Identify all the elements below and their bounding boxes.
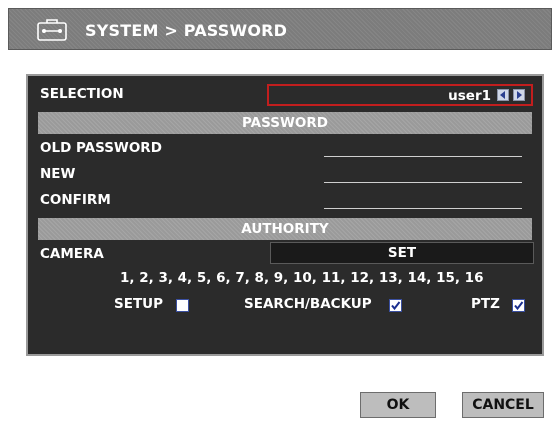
user-value: user1: [448, 88, 491, 104]
toolbox-icon: [37, 19, 67, 41]
checkmark-icon: [514, 301, 524, 311]
camera-list: 1, 2, 3, 4, 5, 6, 7, 8, 9, 10, 11, 12, 1…: [120, 270, 484, 286]
ptz-checkbox[interactable]: [512, 299, 525, 312]
search-backup-checkbox[interactable]: [389, 299, 402, 312]
new-password-label: NEW: [40, 166, 76, 182]
camera-set-button[interactable]: SET: [270, 242, 534, 264]
arrow-right-icon[interactable]: [513, 89, 525, 101]
title-bar: SYSTEM > PASSWORD: [8, 8, 552, 50]
new-password-field[interactable]: [324, 182, 522, 183]
password-panel: SELECTION user1 PASSWORD OLD PASSWORD NE…: [26, 74, 544, 356]
checkmark-icon: [391, 301, 401, 311]
ok-button[interactable]: OK: [360, 392, 436, 418]
old-password-label: OLD PASSWORD: [40, 140, 162, 156]
user-selector[interactable]: user1: [267, 84, 533, 106]
camera-label: CAMERA: [40, 246, 104, 262]
confirm-password-field[interactable]: [324, 208, 522, 209]
old-password-field[interactable]: [324, 156, 522, 157]
selection-label: SELECTION: [40, 86, 124, 102]
password-section-header: PASSWORD: [38, 112, 532, 134]
window-title: SYSTEM > PASSWORD: [85, 21, 288, 40]
authority-section-header: AUTHORITY: [38, 218, 532, 240]
confirm-password-label: CONFIRM: [40, 192, 111, 208]
ptz-label: PTZ: [471, 296, 500, 312]
cancel-button[interactable]: CANCEL: [462, 392, 544, 418]
setup-label: SETUP: [114, 296, 164, 312]
setup-checkbox[interactable]: [176, 299, 189, 312]
arrow-left-icon[interactable]: [497, 89, 509, 101]
search-backup-label: SEARCH/BACKUP: [244, 296, 372, 312]
